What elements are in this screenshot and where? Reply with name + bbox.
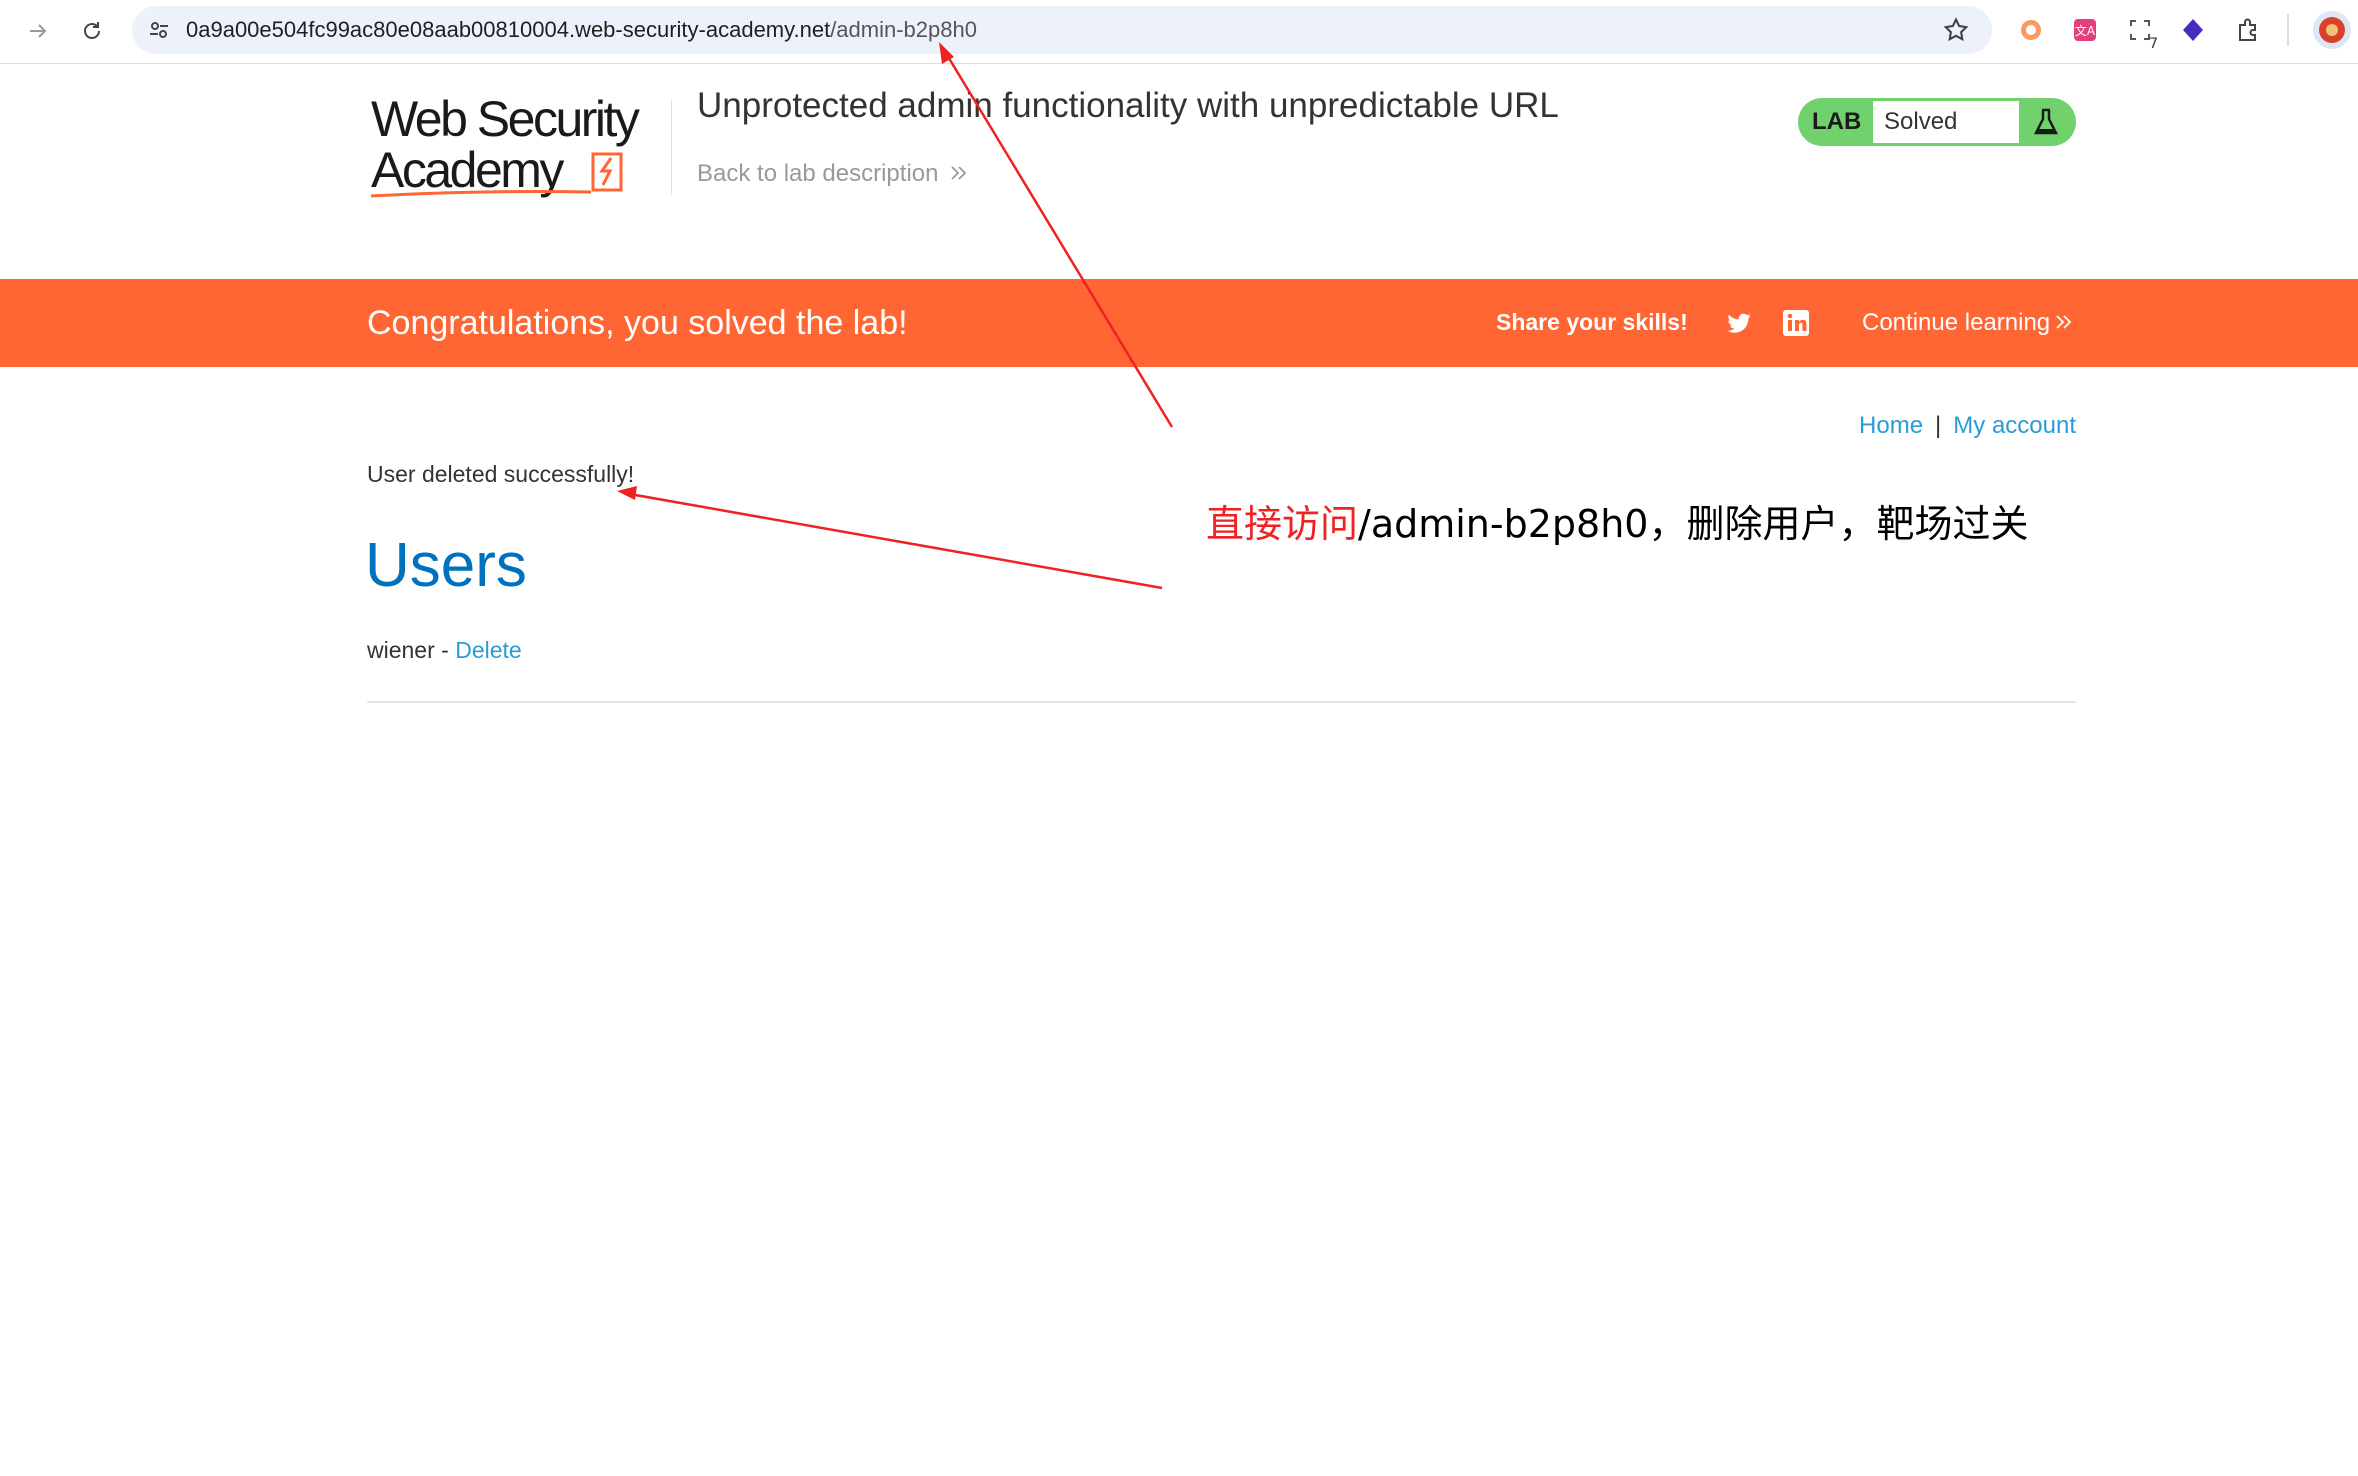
- puzzle-icon[interactable]: [2232, 14, 2264, 46]
- extension-badge: 7: [2149, 36, 2158, 52]
- arrow-to-success: [623, 491, 1163, 590]
- users-heading: Users: [365, 531, 527, 600]
- screenshot-extension-icon[interactable]: 7: [2124, 14, 2158, 52]
- delete-user-link[interactable]: Delete: [455, 637, 521, 663]
- annotation-red-text: 直接访问: [1206, 502, 1359, 546]
- success-message: User deleted successfully!: [367, 461, 635, 487]
- star-icon[interactable]: [1942, 16, 1970, 44]
- svg-text:文A: 文A: [2075, 23, 2096, 38]
- home-link[interactable]: Home: [1859, 412, 1923, 439]
- circle-extension-icon[interactable]: [2015, 14, 2047, 46]
- back-to-lab-description-link[interactable]: Back to lab description: [697, 160, 972, 188]
- url-text[interactable]: 0a9a00e504fc99ac80e08aab00810004.web-sec…: [186, 6, 977, 54]
- logo-line2: Academy: [371, 142, 564, 198]
- banner-message: Congratulations, you solved the lab!: [367, 304, 908, 342]
- double-chevron-right-icon: [2050, 309, 2076, 336]
- solved-banner: Congratulations, you solved the lab! Sha…: [0, 279, 2358, 367]
- web-security-academy-logo[interactable]: Web Security Academy: [367, 91, 667, 202]
- lab-status-badge: LAB Solved: [1798, 98, 2076, 146]
- url-host: 0a9a00e504fc99ac80e08aab00810004.web-sec…: [186, 17, 831, 42]
- lab-title: Unprotected admin functionality with unp…: [697, 86, 1559, 125]
- toolbar-divider: [2287, 14, 2289, 46]
- continue-learning-label: Continue learning: [1862, 309, 2051, 336]
- site-info-icon[interactable]: [144, 15, 174, 45]
- url-path: /admin-b2p8h0: [830, 17, 977, 42]
- annotation-text: 直接访问/admin-b2p8h0，删除用户，靶场过关: [1206, 493, 2028, 548]
- nav-separator: |: [1935, 412, 1942, 439]
- header-divider: [671, 100, 672, 195]
- top-nav-links: Home | My account: [1859, 412, 2076, 440]
- user-name: wiener: [367, 637, 435, 663]
- arrow-head-success: [617, 486, 637, 500]
- annotation-black-text: /admin-b2p8h0，删除用户，靶场过关: [1358, 502, 2029, 546]
- linkedin-icon[interactable]: [1782, 309, 1810, 337]
- translate-extension-icon[interactable]: 文A: [2069, 14, 2101, 46]
- my-account-link[interactable]: My account: [1953, 412, 2076, 439]
- address-bar[interactable]: 0a9a00e504fc99ac80e08aab00810004.web-sec…: [132, 6, 1992, 54]
- share-skills-label: Share your skills!: [1496, 309, 1688, 335]
- logo-line1: Web Security: [371, 92, 640, 147]
- user-row: wiener - Delete: [367, 637, 522, 664]
- double-chevron-right-icon: [938, 160, 972, 187]
- diamond-extension-icon[interactable]: [2177, 14, 2209, 46]
- user-separator: -: [434, 637, 456, 663]
- annotation-arrows: [617, 42, 1174, 590]
- reload-icon[interactable]: [73, 12, 111, 50]
- flask-icon: [2028, 104, 2064, 140]
- lab-status-text: Solved: [1873, 101, 2019, 143]
- twitter-icon[interactable]: [1724, 309, 1754, 337]
- forward-arrow-icon[interactable]: [19, 12, 57, 50]
- profile-avatar-icon[interactable]: [2312, 10, 2352, 50]
- content-divider: [367, 701, 2076, 703]
- browser-toolbar: 0a9a00e504fc99ac80e08aab00810004.web-sec…: [0, 0, 2358, 64]
- back-link-label: Back to lab description: [697, 160, 939, 187]
- lab-badge-label: LAB: [1812, 108, 1862, 135]
- continue-learning-link[interactable]: Continue learning: [1862, 279, 2076, 367]
